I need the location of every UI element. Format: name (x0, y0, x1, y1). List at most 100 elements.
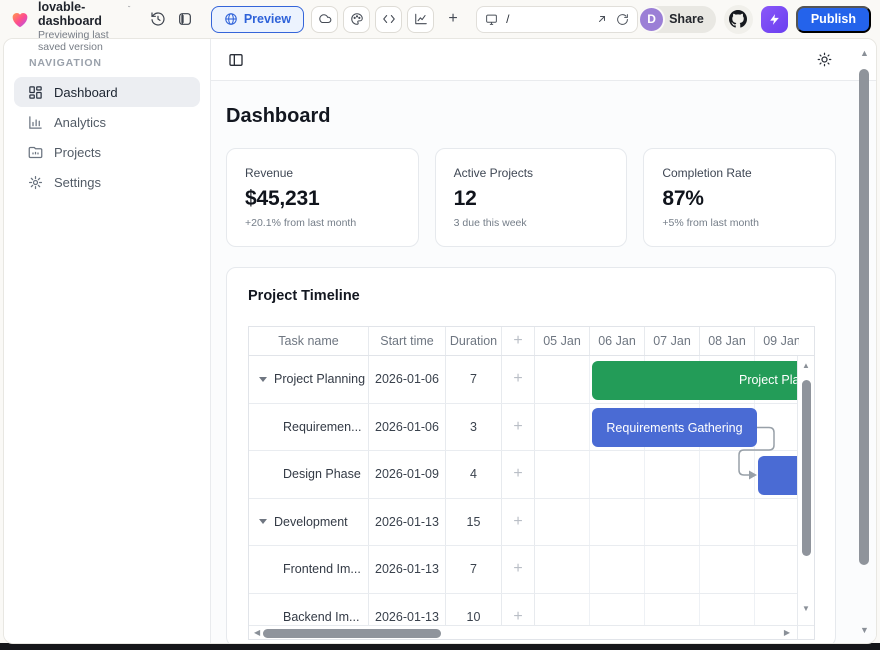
task-duration: 3 (446, 404, 502, 451)
task-duration: 10 (446, 594, 502, 626)
quick-actions-button[interactable] (761, 6, 788, 33)
device-toggle-button[interactable] (172, 6, 199, 33)
github-button[interactable] (724, 5, 753, 34)
gantt-body: Project Planning 2026-01-06 7 + Requirem… (249, 356, 814, 625)
sidebar: NAVIGATION Dashboard Analytics Projects … (4, 39, 211, 643)
col-duration: Duration (446, 327, 502, 355)
add-tab-button[interactable]: + (443, 10, 463, 28)
gantt-horizontal-scrollbar[interactable]: ◀ ▶ (249, 626, 797, 639)
scroll-down-icon[interactable]: ▼ (802, 605, 810, 613)
task-name: Design Phase (283, 467, 361, 481)
publish-button[interactable]: Publish (796, 6, 871, 33)
gantt-bar-design-phase[interactable]: Design Phase (758, 456, 799, 495)
add-subtask-button[interactable]: + (502, 356, 535, 403)
add-subtask-button[interactable]: + (502, 451, 535, 498)
task-name: Backend Im... (283, 610, 359, 624)
scroll-right-icon[interactable]: ▶ (784, 629, 790, 637)
task-name: Development (274, 515, 348, 529)
palette-button[interactable] (343, 6, 370, 33)
task-duration: 4 (446, 451, 502, 498)
sidebar-item-dashboard[interactable]: Dashboard (14, 77, 200, 107)
task-start: 2026-01-13 (369, 546, 446, 593)
gear-icon (28, 175, 43, 190)
date-header: 07 Jan (645, 327, 700, 355)
scroll-up-icon[interactable]: ▲ (860, 49, 869, 58)
task-start: 2026-01-13 (369, 499, 446, 546)
share-button[interactable]: Share D (638, 6, 716, 33)
theme-toggle-sun-icon[interactable] (817, 52, 832, 67)
top-bar: react-gantt-lovable-dashboard Previewing… (0, 0, 880, 38)
code-button[interactable] (375, 6, 402, 33)
monitor-icon (485, 13, 498, 26)
task-duration: 7 (446, 546, 502, 593)
nav-section-label: NAVIGATION (29, 57, 210, 69)
page-title: Dashboard (226, 105, 876, 128)
add-subtask-button[interactable]: + (502, 499, 535, 546)
stat-note: 3 due this week (454, 217, 609, 229)
refresh-icon[interactable] (616, 13, 629, 26)
stat-cards: Revenue $45,231 +20.1% from last month A… (226, 148, 836, 247)
stat-value: 87% (662, 187, 817, 211)
scroll-left-icon[interactable]: ◀ (254, 629, 260, 637)
stat-note: +5% from last month (662, 217, 817, 229)
add-subtask-button[interactable]: + (502, 546, 535, 593)
task-start: 2026-01-09 (369, 451, 446, 498)
sidebar-item-analytics[interactable]: Analytics (14, 107, 200, 137)
scrollbar-thumb[interactable] (802, 380, 811, 556)
window-edge (0, 643, 880, 650)
task-start: 2026-01-13 (369, 594, 446, 626)
dashboard-icon (28, 85, 43, 100)
stat-label: Active Projects (454, 166, 609, 180)
avatar[interactable]: D (638, 6, 665, 33)
url-bar[interactable]: / (476, 6, 638, 33)
preview-button[interactable]: Preview (211, 6, 304, 33)
panel-left-toggle[interactable] (228, 52, 244, 68)
lovable-logo-icon[interactable] (9, 8, 31, 30)
cloud-button[interactable] (311, 6, 338, 33)
date-header: 05 Jan (535, 327, 590, 355)
preview-pane: Dashboard Revenue $45,231 +20.1% from la… (211, 39, 876, 643)
gantt-chart: Task name Start time Duration + 05 Jan 0… (248, 326, 815, 640)
workspace-panel: NAVIGATION Dashboard Analytics Projects … (3, 38, 877, 644)
collapse-icon[interactable] (259, 377, 267, 382)
date-header: 06 Jan (590, 327, 645, 355)
date-header: 08 Jan (700, 327, 755, 355)
globe-icon (224, 12, 238, 26)
gantt-footer: ◀ ▶ (249, 625, 814, 639)
scroll-up-icon[interactable]: ▲ (802, 362, 810, 370)
project-menu[interactable]: react-gantt-lovable-dashboard Previewing… (38, 0, 131, 53)
scrollbar-thumb[interactable] (859, 69, 869, 565)
add-subtask-button[interactable]: + (502, 404, 535, 451)
gantt-bar-project-planning[interactable]: Project Planning (592, 361, 799, 400)
chevron-down-icon (127, 2, 131, 11)
sidebar-item-settings[interactable]: Settings (14, 167, 200, 197)
timeline-title: Project Timeline (248, 288, 814, 304)
history-button[interactable] (145, 6, 172, 33)
add-column-button[interactable]: + (502, 327, 535, 355)
sidebar-item-label: Dashboard (54, 85, 118, 100)
stat-card-revenue: Revenue $45,231 +20.1% from last month (226, 148, 419, 247)
sidebar-item-projects[interactable]: Projects (14, 137, 200, 167)
project-subtitle: Previewing last saved version (38, 29, 131, 53)
url-path: / (506, 12, 588, 26)
task-name: Frontend Im... (283, 562, 361, 576)
folder-icon (28, 145, 43, 160)
sidebar-item-label: Projects (54, 145, 101, 160)
project-name: react-gantt-lovable-dashboard (38, 0, 123, 29)
scrollbar-thumb[interactable] (263, 629, 441, 638)
scroll-down-icon[interactable]: ▼ (860, 626, 869, 635)
stat-label: Revenue (245, 166, 400, 180)
collapse-icon[interactable] (259, 519, 267, 524)
col-start-time: Start time (369, 327, 446, 355)
sidebar-item-label: Settings (54, 175, 101, 190)
stat-value: $45,231 (245, 187, 400, 211)
add-subtask-button[interactable]: + (502, 594, 535, 626)
gantt-vertical-scrollbar[interactable]: ▲ ▼ (797, 356, 814, 625)
page-vertical-scrollbar[interactable]: ▲ ▼ (854, 45, 874, 635)
date-scale: 05 Jan 06 Jan 07 Jan 08 Jan 09 Jan (535, 327, 799, 355)
gantt-bar-requirements-gathering[interactable]: Requirements Gathering (592, 408, 757, 447)
task-duration: 15 (446, 499, 502, 546)
preview-toolbar (211, 39, 876, 81)
analytics-chart-button[interactable] (407, 6, 434, 33)
open-external-icon[interactable] (596, 13, 608, 25)
